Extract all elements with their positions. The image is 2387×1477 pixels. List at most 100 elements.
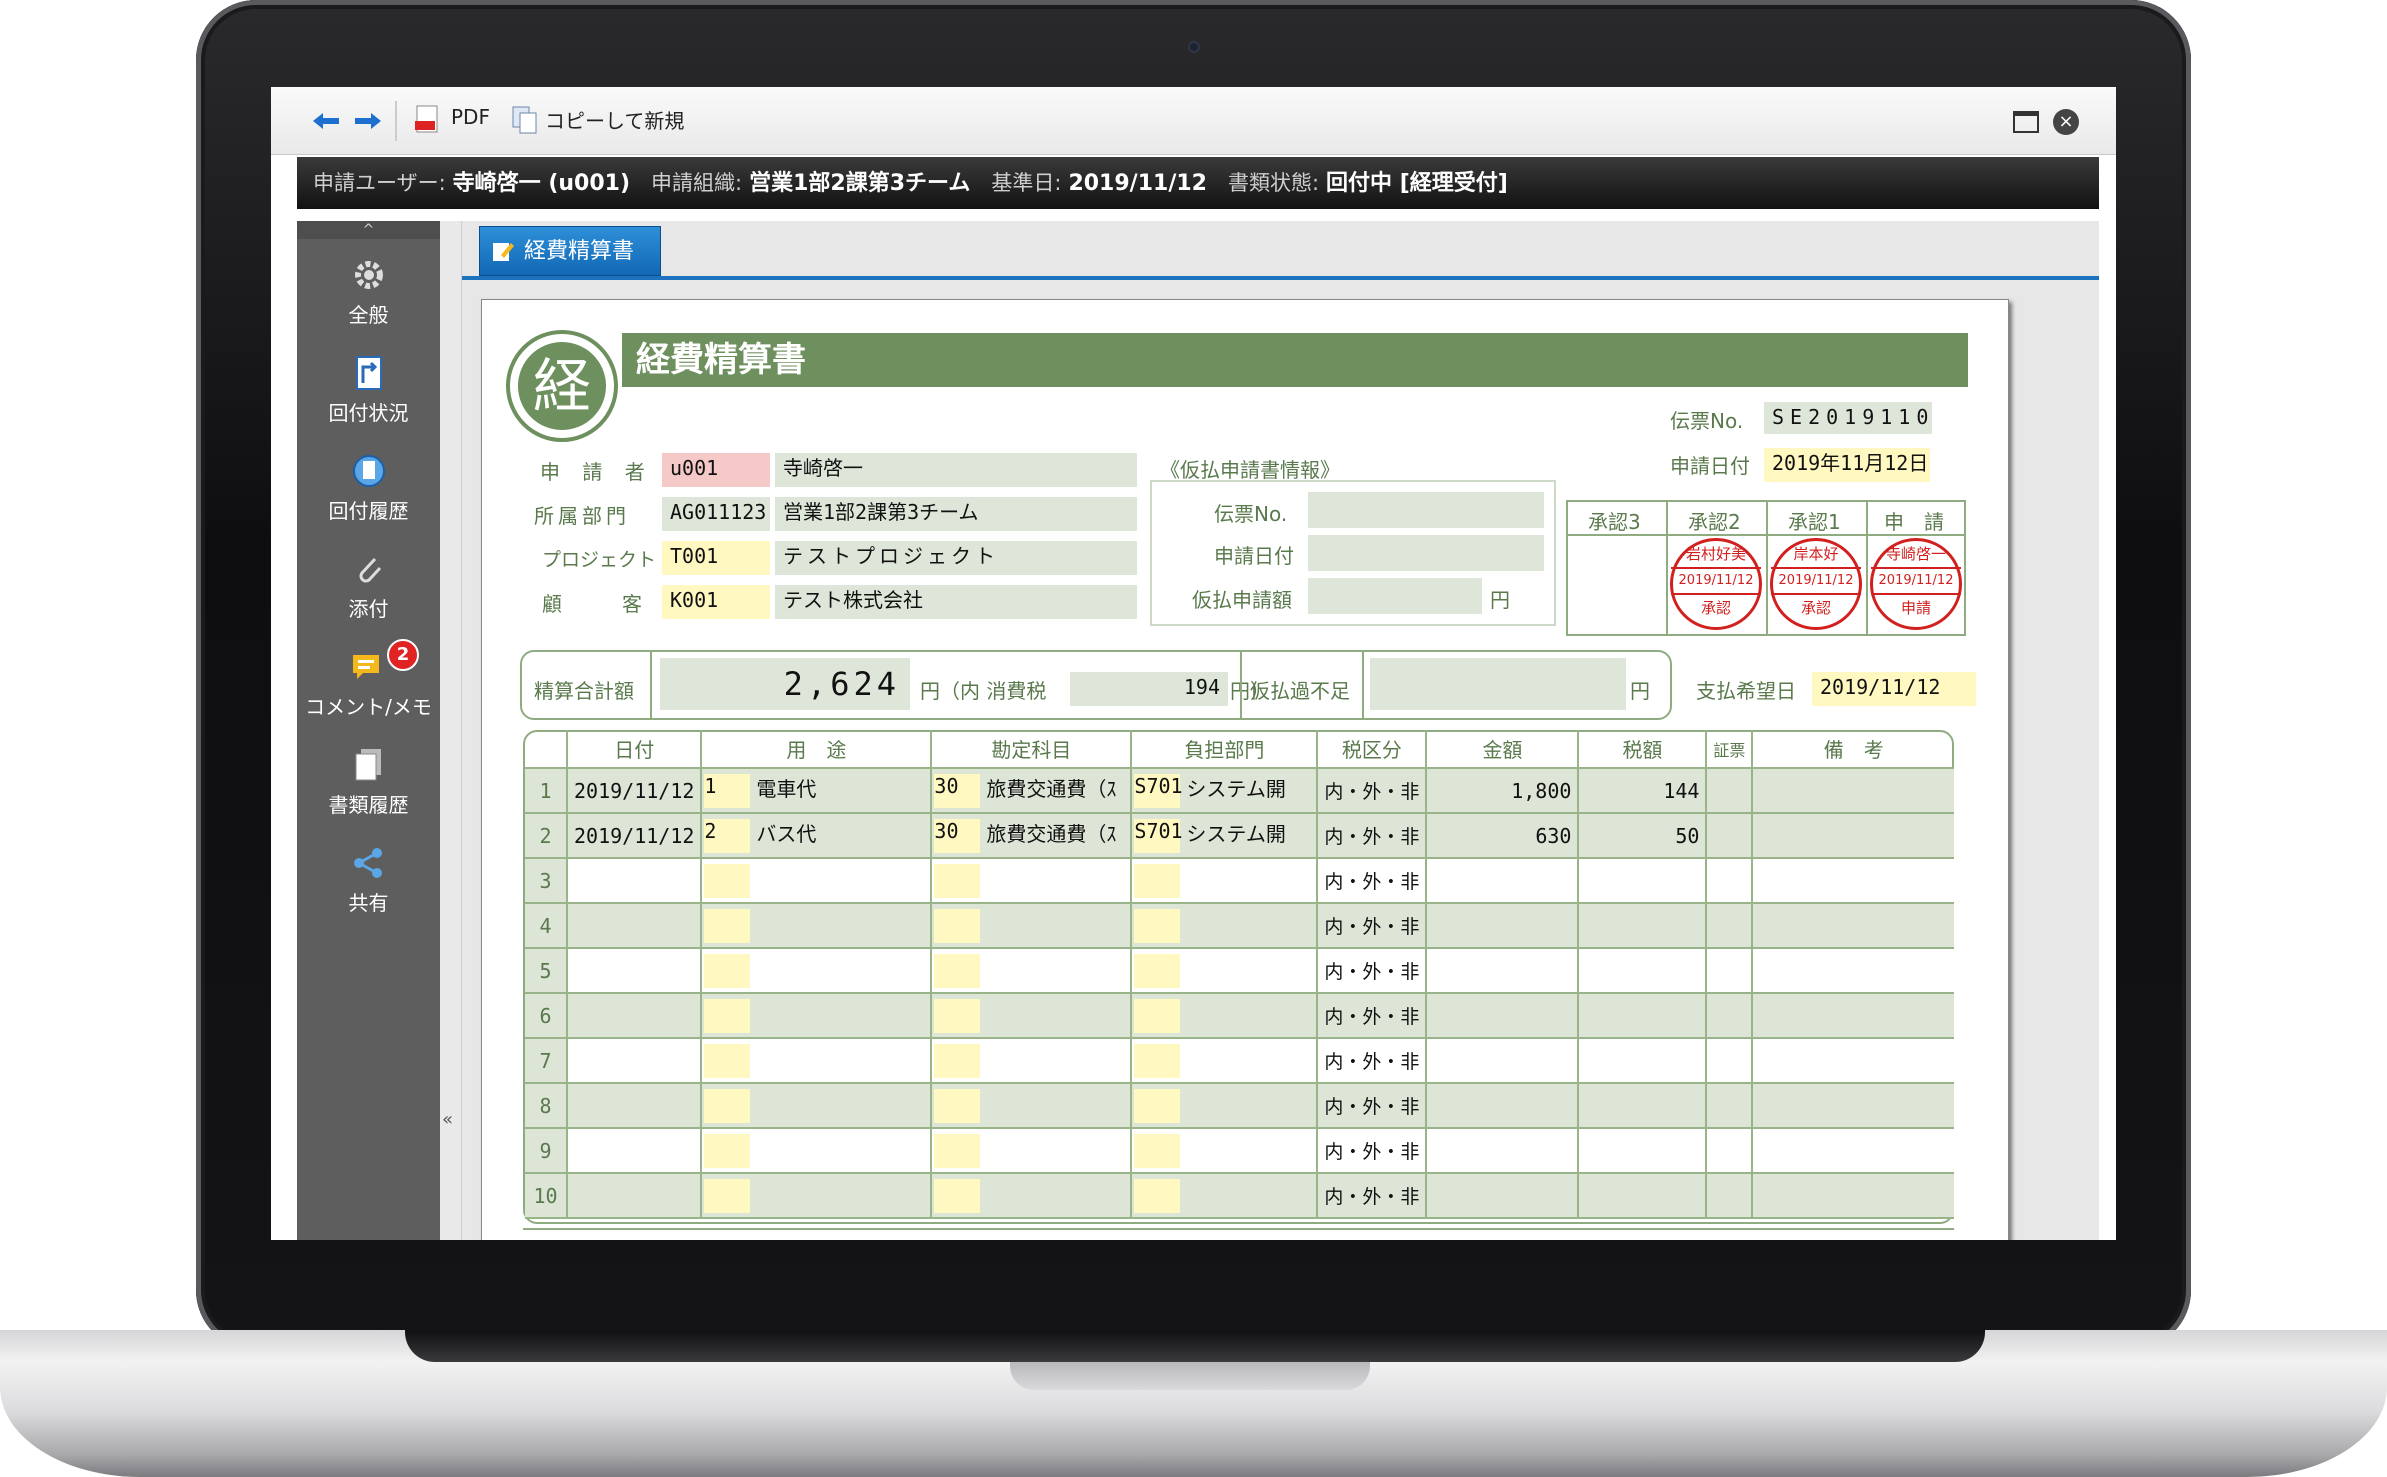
row-account[interactable] (931, 948, 1133, 994)
row-tax-amount[interactable] (1578, 1173, 1708, 1219)
row-tax-type[interactable]: 内・外・非 (1317, 948, 1428, 994)
row-tax-amount[interactable]: 50 (1578, 813, 1708, 859)
row-dept[interactable] (1131, 1173, 1319, 1219)
row-account-code[interactable] (934, 863, 981, 898)
row-tax-type[interactable]: 内・外・非 (1317, 993, 1428, 1039)
row-account[interactable]: 30 旅費交通費（ｽ (931, 813, 1133, 859)
table-row[interactable]: 8 内・外・非 (525, 1083, 1954, 1129)
row-tax-type[interactable]: 内・外・非 (1317, 1083, 1428, 1129)
row-tax-type[interactable]: 内・外・非 (1317, 1128, 1428, 1174)
row-use-code[interactable]: 1 (704, 773, 751, 808)
sidebar-scroll-up[interactable]: ^ (297, 221, 440, 239)
close-icon[interactable]: × (2053, 109, 2079, 135)
table-row[interactable]: 10 内・外・非 (525, 1173, 1954, 1219)
sidebar-item-attachment[interactable]: 添付 (297, 539, 440, 629)
row-dept[interactable] (1131, 1083, 1319, 1129)
row-account-code[interactable] (934, 908, 981, 943)
row-dept-code[interactable] (1134, 953, 1181, 988)
row-account[interactable]: 30 旅費交通費（ｽ (931, 768, 1133, 814)
table-row[interactable]: 4 内・外・非 (525, 903, 1954, 949)
sidebar-item-document-history[interactable]: 書類履歴 (297, 735, 440, 825)
back-arrow-icon[interactable] (311, 111, 341, 131)
row-use[interactable] (701, 993, 933, 1039)
row-tax-amount[interactable] (1578, 1038, 1708, 1084)
row-dept[interactable] (1131, 858, 1319, 904)
row-amount[interactable] (1426, 948, 1580, 994)
row-tax-amount[interactable] (1578, 1083, 1708, 1129)
row-voucher[interactable] (1706, 768, 1754, 814)
sidebar-item-share[interactable]: 共有 (297, 833, 440, 923)
row-tax-amount[interactable]: 144 (1578, 768, 1708, 814)
row-amount[interactable] (1426, 1128, 1580, 1174)
row-amount[interactable]: 1,800 (1426, 768, 1580, 814)
apply-date-field[interactable]: 2019年11月12日 (1764, 448, 1930, 482)
row-date[interactable] (567, 948, 703, 994)
row-use-code[interactable] (704, 1088, 751, 1123)
row-tax-type[interactable]: 内・外・非 (1317, 903, 1428, 949)
table-row[interactable]: 6 内・外・非 (525, 993, 1954, 1039)
row-use[interactable] (701, 1128, 933, 1174)
row-dept[interactable] (1131, 903, 1319, 949)
row-use[interactable] (701, 903, 933, 949)
row-date[interactable] (567, 903, 703, 949)
row-use-code[interactable] (704, 1133, 751, 1168)
row-tax-type[interactable]: 内・外・非 (1317, 1038, 1428, 1084)
sidebar-item-route-status[interactable]: 回付状況 (297, 343, 440, 433)
row-remarks[interactable] (1752, 948, 1954, 994)
row-dept-code[interactable]: S701 (1134, 773, 1183, 808)
sidebar-item-route-history[interactable]: 回付履歴 (297, 441, 440, 531)
row-remarks[interactable] (1752, 1128, 1954, 1174)
row-dept[interactable] (1131, 1038, 1319, 1084)
pay-date-field[interactable]: 2019/11/12 (1812, 672, 1976, 706)
row-account[interactable] (931, 1038, 1133, 1084)
row-amount[interactable] (1426, 858, 1580, 904)
row-tax-type[interactable]: 内・外・非 (1317, 768, 1428, 814)
table-row[interactable]: 7 内・外・非 (525, 1038, 1954, 1084)
row-tax-amount[interactable] (1578, 993, 1708, 1039)
row-dept[interactable]: S701 システム開 (1131, 813, 1319, 859)
row-amount[interactable]: 630 (1426, 813, 1580, 859)
sidebar-item-comment[interactable]: コメント/メモ 2 (297, 637, 440, 727)
row-tax-amount[interactable] (1578, 1128, 1708, 1174)
row-use-code[interactable] (704, 908, 751, 943)
row-use-code[interactable] (704, 863, 751, 898)
row-voucher[interactable] (1706, 903, 1754, 949)
row-date[interactable] (567, 993, 703, 1039)
row-use[interactable]: 1 電車代 (701, 768, 933, 814)
row-tax-type[interactable]: 内・外・非 (1317, 1173, 1428, 1219)
row-date[interactable] (567, 1128, 703, 1174)
sidebar-item-general[interactable]: 全般 (297, 245, 440, 335)
row-voucher[interactable] (1706, 813, 1754, 859)
row-account-code[interactable] (934, 1088, 981, 1123)
row-use[interactable] (701, 1038, 933, 1084)
row-dept[interactable] (1131, 1128, 1319, 1174)
row-dept-code[interactable] (1134, 863, 1181, 898)
row-date[interactable] (567, 858, 703, 904)
row-remarks[interactable] (1752, 993, 1954, 1039)
row-account-code[interactable] (934, 1133, 981, 1168)
table-row[interactable]: 5 内・外・非 (525, 948, 1954, 994)
row-use-code[interactable] (704, 1178, 751, 1213)
row-account[interactable] (931, 903, 1133, 949)
row-account[interactable] (931, 993, 1133, 1039)
row-date[interactable] (567, 1173, 703, 1219)
row-account-code[interactable] (934, 1043, 981, 1078)
row-date[interactable]: 2019/11/12 (567, 813, 703, 859)
row-account[interactable] (931, 858, 1133, 904)
table-row[interactable]: 2 2019/11/12 2 バス代 30 旅費交通費（ｽ S701 システム開 内・外・非 63… (525, 813, 1954, 859)
row-voucher[interactable] (1706, 993, 1754, 1039)
row-amount[interactable] (1426, 1038, 1580, 1084)
row-dept-code[interactable]: S701 (1134, 818, 1183, 853)
row-dept[interactable] (1131, 948, 1319, 994)
row-account-code[interactable]: 30 (934, 818, 981, 853)
table-row[interactable]: 9 内・外・非 (525, 1128, 1954, 1174)
row-remarks[interactable] (1752, 1173, 1954, 1219)
row-account[interactable] (931, 1173, 1133, 1219)
customer-code-field[interactable]: K001 (662, 585, 770, 619)
row-dept[interactable] (1131, 993, 1319, 1039)
row-account-code[interactable] (934, 998, 981, 1033)
row-use-code[interactable] (704, 1043, 751, 1078)
pdf-button[interactable]: PDF (451, 105, 490, 129)
row-voucher[interactable] (1706, 858, 1754, 904)
row-voucher[interactable] (1706, 1083, 1754, 1129)
